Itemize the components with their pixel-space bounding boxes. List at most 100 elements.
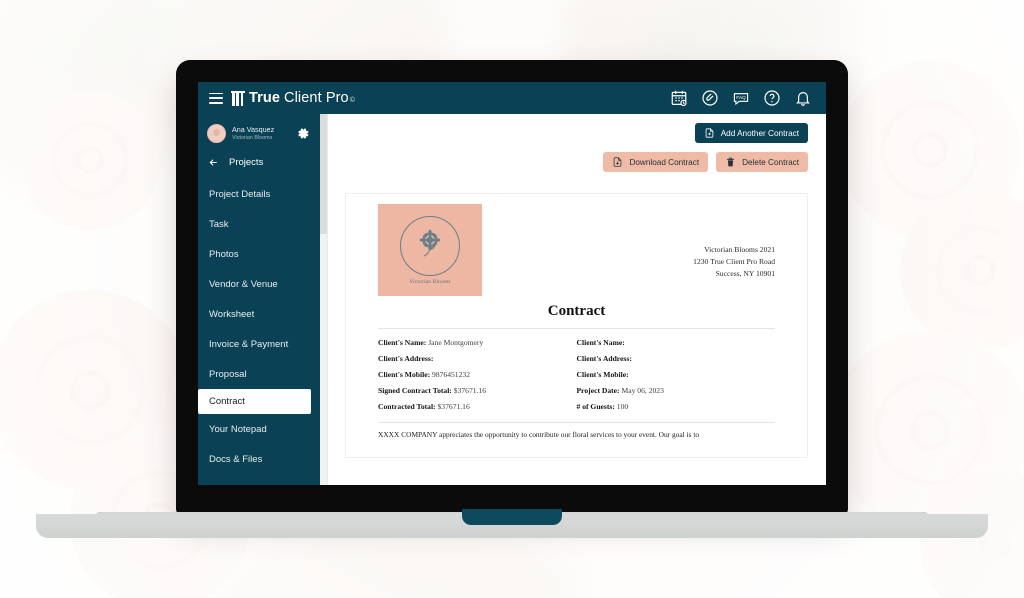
- field-clients-mobile: Client's Mobile:: [577, 370, 776, 379]
- field-clients-name: Client's Name: Jane Montgomery: [378, 338, 577, 347]
- pdf-download-icon: [614, 157, 622, 167]
- user-name: Ana Vasquez: [232, 124, 275, 134]
- delete-contract-button[interactable]: Delete Contract: [716, 152, 808, 172]
- main-content: Add Another Contract Download Contract D…: [320, 114, 826, 485]
- sidebar-item-label: Contract: [209, 396, 245, 407]
- add-another-contract-label: Add Another Contract: [720, 128, 799, 138]
- user-org: Victorian Blooms: [232, 135, 273, 142]
- field-value: 9876451232: [432, 370, 470, 379]
- field-label: # of Guests:: [576, 402, 615, 411]
- sidebar-item-label: Docs & Files: [209, 453, 263, 465]
- sidebar-item-label: Invoice & Payment: [209, 338, 289, 350]
- sidebar-item-photos[interactable]: Photos: [198, 239, 320, 269]
- app-screen: True Client Pro © FAQ Ana Vasquez Victor…: [198, 82, 826, 485]
- laptop-mockup: True Client Pro © FAQ Ana Vasquez Victor…: [0, 0, 1024, 598]
- arrow-left-icon: [209, 159, 217, 166]
- help-icon[interactable]: [763, 89, 781, 107]
- brand-secondary: Client Pro: [284, 90, 349, 106]
- field-value: 100: [616, 402, 629, 411]
- company-address: Victorian Blooms 2021 1230 True Client P…: [693, 204, 775, 279]
- field-label: Contracted Total:: [378, 402, 436, 411]
- delete-contract-label: Delete Contract: [742, 157, 799, 167]
- company-logo-name: Victorian Blooms: [409, 278, 451, 285]
- field-label: Client's Mobile:: [576, 370, 629, 379]
- contract-fields-left: Client's Name: Jane Montgomery Client's …: [378, 338, 577, 418]
- sidebar-item-label: Your Notepad: [209, 423, 267, 435]
- sidebar-item-worksheet[interactable]: Worksheet: [198, 299, 320, 329]
- hamburger-icon[interactable]: [209, 92, 223, 104]
- faq-icon[interactable]: FAQ: [732, 89, 750, 107]
- sidebar-item-contract[interactable]: Contract: [198, 389, 311, 414]
- contract-toolbar: Add Another Contract Download Contract D…: [320, 114, 826, 172]
- field-value: $37671.16: [453, 386, 487, 395]
- sidebar-item-label: Photos: [209, 248, 239, 260]
- contract-body-text: XXXX COMPANY appreciates the opportunity…: [378, 430, 700, 439]
- field-contracted-total: Contracted Total: $37671.16: [378, 402, 577, 411]
- sidebar-item-project-details[interactable]: Project Details: [198, 179, 320, 209]
- sidebar-item-invoice-payment[interactable]: Invoice & Payment: [198, 329, 320, 359]
- svg-text:FAQ: FAQ: [736, 95, 746, 101]
- field-label: Client's Name:: [576, 338, 625, 347]
- field-label: Client's Name:: [378, 338, 427, 347]
- attachment-icon[interactable]: [701, 89, 719, 107]
- field-label: Client's Address:: [576, 354, 632, 363]
- download-contract-label: Download Contract: [629, 157, 700, 167]
- sidebar-item-label: Task: [209, 218, 229, 230]
- sidebar: Ana Vasquez Victorian Blooms Projects Pr…: [198, 114, 320, 485]
- title-divider: [378, 328, 775, 329]
- field-number-of-guests: # of Guests: 100: [577, 402, 776, 411]
- sidebar-item-label: Proposal: [209, 368, 247, 380]
- header-icon-group: FAQ: [670, 89, 812, 107]
- app-header: True Client Pro © FAQ: [198, 82, 826, 114]
- field-label: Client's Mobile:: [378, 370, 431, 379]
- gear-icon[interactable]: [297, 127, 310, 140]
- brand-primary: True: [249, 90, 281, 106]
- add-another-contract-button[interactable]: Add Another Contract: [694, 123, 808, 143]
- field-label: Client's Address:: [378, 354, 434, 363]
- back-to-projects[interactable]: Projects: [198, 147, 320, 177]
- sidebar-item-docs-files[interactable]: Docs & Files: [198, 444, 320, 474]
- field-value: Jane Montgomery: [428, 338, 484, 347]
- field-signed-contract-total: Signed Contract Total: $37671.16: [378, 386, 577, 395]
- sidebar-item-label: Project Details: [209, 188, 271, 200]
- trash-icon: [727, 157, 735, 167]
- field-clients-mobile: Client's Mobile: 9876451232: [378, 370, 577, 379]
- document-add-icon: [705, 128, 714, 138]
- field-value: $37671.16: [437, 402, 470, 411]
- calendar-icon[interactable]: [670, 89, 688, 107]
- logo-icon: [231, 90, 245, 106]
- sidebar-nav: Project Details Task Photos Vendor & Ven…: [198, 179, 320, 474]
- avatar: [207, 124, 226, 143]
- back-label: Projects: [229, 157, 264, 168]
- field-value: May 06, 2023: [621, 386, 664, 395]
- scrollbar-thumb[interactable]: [320, 114, 327, 234]
- registered-mark: ©: [349, 97, 355, 104]
- sidebar-item-task[interactable]: Task: [198, 209, 320, 239]
- brand-title: True Client Pro ©: [249, 90, 355, 106]
- sidebar-item-label: Worksheet: [209, 308, 255, 320]
- notifications-bell-icon[interactable]: [794, 89, 812, 107]
- field-clients-name: Client's Name:: [577, 338, 776, 347]
- field-clients-address: Client's Address:: [378, 354, 577, 363]
- company-address-line: Success, NY 10901: [715, 268, 775, 278]
- download-contract-button[interactable]: Download Contract: [603, 152, 709, 172]
- flower-icon: [419, 229, 441, 256]
- field-label: Signed Contract Total:: [378, 386, 452, 395]
- contract-fields-right: Client's Name: Client's Address: Client'…: [577, 338, 776, 418]
- body-divider: [378, 422, 775, 423]
- sidebar-item-your-notepad[interactable]: Your Notepad: [198, 414, 320, 444]
- field-label: Project Date:: [576, 386, 620, 395]
- logo-circle: [400, 215, 460, 276]
- contract-document-preview: Victorian Blooms Victorian Blooms 2021 1…: [345, 193, 808, 458]
- company-address-line: Victorian Blooms 2021: [704, 245, 775, 254]
- contract-fields: Client's Name: Jane Montgomery Client's …: [378, 338, 775, 418]
- company-logo: Victorian Blooms: [378, 204, 482, 296]
- user-profile[interactable]: Ana Vasquez Victorian Blooms: [198, 114, 320, 147]
- sidebar-item-label: Vendor & Venue: [209, 278, 278, 290]
- field-clients-address: Client's Address:: [577, 354, 776, 363]
- sidebar-item-proposal[interactable]: Proposal: [198, 359, 320, 389]
- document-title: Contract: [547, 303, 606, 319]
- sidebar-item-vendor-venue[interactable]: Vendor & Venue: [198, 269, 320, 299]
- field-project-date: Project Date: May 06, 2023: [577, 386, 776, 395]
- company-address-line: 1230 True Client Pro Road: [693, 256, 775, 266]
